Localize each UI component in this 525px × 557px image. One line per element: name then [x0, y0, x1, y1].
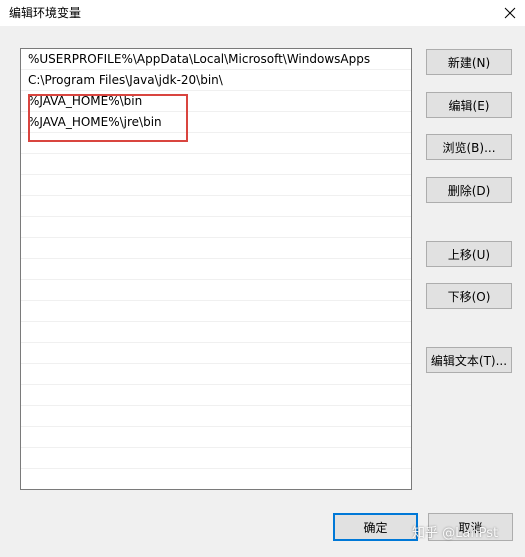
path-row[interactable] [21, 154, 411, 175]
path-row[interactable] [21, 427, 411, 448]
new-button[interactable]: 新建(N) [426, 49, 512, 75]
path-row[interactable] [21, 343, 411, 364]
path-row[interactable]: C:\Program Files\Java\jdk-20\bin\ [21, 70, 411, 91]
close-icon [504, 7, 516, 19]
browse-button[interactable]: 浏览(B)... [426, 134, 512, 160]
move-up-button[interactable]: 上移(U) [426, 241, 512, 267]
path-row[interactable] [21, 280, 411, 301]
path-list[interactable]: %USERPROFILE%\AppData\Local\Microsoft\Wi… [20, 48, 412, 490]
edit-text-button[interactable]: 编辑文本(T)... [426, 347, 512, 373]
path-row[interactable]: %USERPROFILE%\AppData\Local\Microsoft\Wi… [21, 49, 411, 70]
path-row[interactable]: %JAVA_HOME%\jre\bin [21, 112, 411, 133]
path-row[interactable] [21, 364, 411, 385]
window-title: 编辑环境变量 [9, 6, 82, 20]
path-row[interactable] [21, 238, 411, 259]
path-row[interactable]: %JAVA_HOME%\bin [21, 91, 411, 112]
path-row[interactable] [21, 322, 411, 343]
close-button[interactable] [495, 0, 525, 26]
delete-button[interactable]: 删除(D) [426, 177, 512, 203]
ok-button[interactable]: 确定 [333, 513, 418, 541]
path-row[interactable] [21, 196, 411, 217]
title-bar: 编辑环境变量 [0, 0, 525, 26]
path-row[interactable] [21, 469, 411, 489]
path-row[interactable] [21, 259, 411, 280]
path-row[interactable] [21, 406, 411, 427]
edit-button[interactable]: 编辑(E) [426, 92, 512, 118]
path-row[interactable] [21, 301, 411, 322]
cancel-button[interactable]: 取消 [428, 513, 513, 541]
move-down-button[interactable]: 下移(O) [426, 283, 512, 309]
path-row[interactable] [21, 217, 411, 238]
path-row[interactable] [21, 175, 411, 196]
path-row[interactable] [21, 385, 411, 406]
path-row[interactable] [21, 448, 411, 469]
path-row[interactable] [21, 133, 411, 154]
